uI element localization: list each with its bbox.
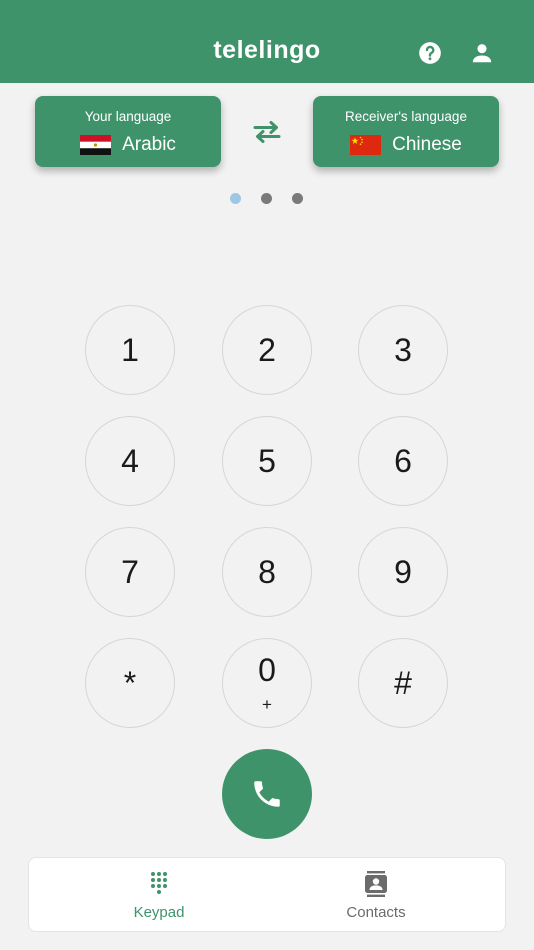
bottom-tab-bar: Keypad Contacts [28,857,506,932]
tab-keypad[interactable]: Keypad [59,858,259,933]
egypt-flag-icon [80,135,112,155]
receiver-language-card[interactable]: Receiver's language Chinese [313,96,499,167]
your-language-name: Arabic [122,134,176,155]
phone-icon [254,781,280,807]
key-0-plus: + [262,695,272,714]
receiver-language-name: Chinese [392,134,462,155]
contacts-icon [365,871,387,897]
person-icon[interactable] [469,40,495,66]
page-dot[interactable] [261,193,272,204]
page-dot[interactable] [230,193,241,204]
key-3[interactable]: 3 [358,305,448,395]
key-hash[interactable]: # [358,638,448,728]
key-2[interactable]: 2 [222,305,312,395]
key-0[interactable]: 0 + [222,638,312,728]
tab-contacts[interactable]: Contacts [276,858,476,933]
call-button[interactable] [222,749,312,839]
swap-arrows-icon[interactable] [252,119,282,145]
page-indicator [230,193,303,204]
key-4[interactable]: 4 [85,416,175,506]
app-title: telelingo [213,36,321,64]
tab-contacts-label: Contacts [346,904,406,921]
app-header: telelingo [0,0,534,83]
your-language-caption: Your language [84,109,172,124]
china-flag-icon [350,135,382,155]
receiver-language-caption: Receiver's language [345,109,467,124]
key-9[interactable]: 9 [358,527,448,617]
key-8[interactable]: 8 [222,527,312,617]
key-6[interactable]: 6 [358,416,448,506]
page-dot[interactable] [292,193,303,204]
key-5[interactable]: 5 [222,416,312,506]
key-1[interactable]: 1 [85,305,175,395]
your-language-card[interactable]: Your language Arabic [35,96,221,167]
tab-keypad-label: Keypad [133,904,185,921]
key-star[interactable]: * [85,638,175,728]
dialpad-icon [151,872,167,894]
key-7[interactable]: 7 [85,527,175,617]
help-circle-icon[interactable] [417,40,443,66]
